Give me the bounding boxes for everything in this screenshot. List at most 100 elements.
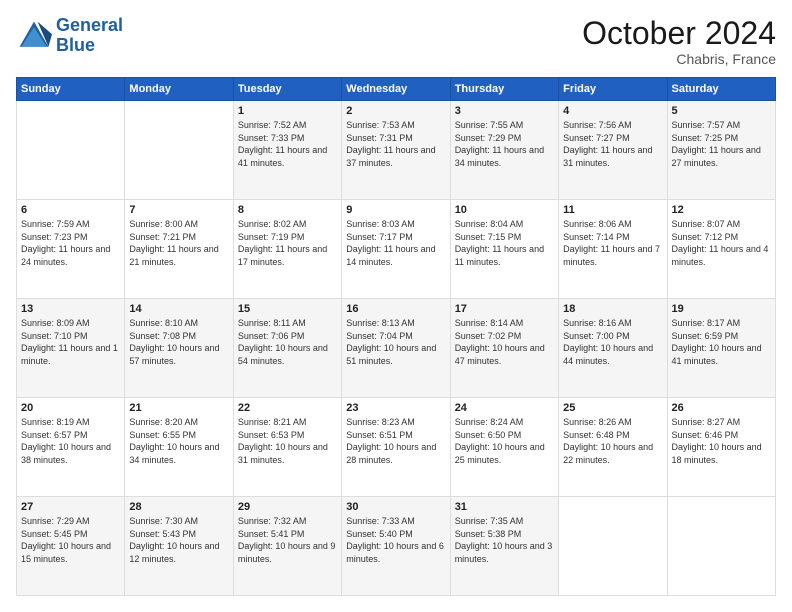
day-info: Sunrise: 8:19 AMSunset: 6:57 PMDaylight:… — [21, 416, 120, 466]
day-number: 8 — [238, 204, 337, 216]
weekday-wednesday: Wednesday — [342, 78, 450, 101]
calendar-cell: 23 Sunrise: 8:23 AMSunset: 6:51 PMDaylig… — [342, 398, 450, 497]
day-info: Sunrise: 8:17 AMSunset: 6:59 PMDaylight:… — [672, 317, 771, 367]
calendar-cell: 28 Sunrise: 7:30 AMSunset: 5:43 PMDaylig… — [125, 497, 233, 596]
calendar: SundayMondayTuesdayWednesdayThursdayFrid… — [16, 77, 776, 596]
day-number: 15 — [238, 303, 337, 315]
calendar-cell: 11 Sunrise: 8:06 AMSunset: 7:14 PMDaylig… — [559, 200, 667, 299]
calendar-cell: 13 Sunrise: 8:09 AMSunset: 7:10 PMDaylig… — [17, 299, 125, 398]
day-number: 13 — [21, 303, 120, 315]
day-number: 20 — [21, 402, 120, 414]
calendar-cell: 17 Sunrise: 8:14 AMSunset: 7:02 PMDaylig… — [450, 299, 558, 398]
calendar-cell: 4 Sunrise: 7:56 AMSunset: 7:27 PMDayligh… — [559, 101, 667, 200]
logo-text: General Blue — [56, 16, 123, 56]
day-number: 3 — [455, 105, 554, 117]
day-info: Sunrise: 8:13 AMSunset: 7:04 PMDaylight:… — [346, 317, 445, 367]
day-info: Sunrise: 8:20 AMSunset: 6:55 PMDaylight:… — [129, 416, 228, 466]
day-info: Sunrise: 7:56 AMSunset: 7:27 PMDaylight:… — [563, 119, 662, 169]
calendar-cell: 9 Sunrise: 8:03 AMSunset: 7:17 PMDayligh… — [342, 200, 450, 299]
day-info: Sunrise: 7:55 AMSunset: 7:29 PMDaylight:… — [455, 119, 554, 169]
day-number: 12 — [672, 204, 771, 216]
day-number: 29 — [238, 501, 337, 513]
day-number: 5 — [672, 105, 771, 117]
day-info: Sunrise: 8:06 AMSunset: 7:14 PMDaylight:… — [563, 218, 662, 268]
day-info: Sunrise: 8:11 AMSunset: 7:06 PMDaylight:… — [238, 317, 337, 367]
day-number: 1 — [238, 105, 337, 117]
calendar-cell — [17, 101, 125, 200]
weekday-monday: Monday — [125, 78, 233, 101]
calendar-cell: 10 Sunrise: 8:04 AMSunset: 7:15 PMDaylig… — [450, 200, 558, 299]
day-info: Sunrise: 7:57 AMSunset: 7:25 PMDaylight:… — [672, 119, 771, 169]
day-number: 14 — [129, 303, 228, 315]
week-row-5: 27 Sunrise: 7:29 AMSunset: 5:45 PMDaylig… — [17, 497, 776, 596]
header: General Blue October 2024 Chabris, Franc… — [16, 16, 776, 67]
logo-icon — [16, 18, 52, 54]
weekday-thursday: Thursday — [450, 78, 558, 101]
day-info: Sunrise: 8:07 AMSunset: 7:12 PMDaylight:… — [672, 218, 771, 268]
calendar-cell: 22 Sunrise: 8:21 AMSunset: 6:53 PMDaylig… — [233, 398, 341, 497]
logo-line2: Blue — [56, 35, 95, 55]
calendar-cell: 29 Sunrise: 7:32 AMSunset: 5:41 PMDaylig… — [233, 497, 341, 596]
location: Chabris, France — [582, 51, 776, 67]
calendar-cell: 30 Sunrise: 7:33 AMSunset: 5:40 PMDaylig… — [342, 497, 450, 596]
day-info: Sunrise: 8:26 AMSunset: 6:48 PMDaylight:… — [563, 416, 662, 466]
week-row-1: 1 Sunrise: 7:52 AMSunset: 7:33 PMDayligh… — [17, 101, 776, 200]
day-info: Sunrise: 7:33 AMSunset: 5:40 PMDaylight:… — [346, 515, 445, 565]
week-row-2: 6 Sunrise: 7:59 AMSunset: 7:23 PMDayligh… — [17, 200, 776, 299]
month-title: October 2024 — [582, 16, 776, 51]
day-info: Sunrise: 8:16 AMSunset: 7:00 PMDaylight:… — [563, 317, 662, 367]
calendar-cell: 6 Sunrise: 7:59 AMSunset: 7:23 PMDayligh… — [17, 200, 125, 299]
calendar-cell: 8 Sunrise: 8:02 AMSunset: 7:19 PMDayligh… — [233, 200, 341, 299]
calendar-cell: 19 Sunrise: 8:17 AMSunset: 6:59 PMDaylig… — [667, 299, 775, 398]
calendar-table: SundayMondayTuesdayWednesdayThursdayFrid… — [16, 77, 776, 596]
day-info: Sunrise: 8:00 AMSunset: 7:21 PMDaylight:… — [129, 218, 228, 268]
calendar-cell: 24 Sunrise: 8:24 AMSunset: 6:50 PMDaylig… — [450, 398, 558, 497]
day-info: Sunrise: 7:29 AMSunset: 5:45 PMDaylight:… — [21, 515, 120, 565]
day-number: 10 — [455, 204, 554, 216]
day-info: Sunrise: 7:52 AMSunset: 7:33 PMDaylight:… — [238, 119, 337, 169]
calendar-cell: 3 Sunrise: 7:55 AMSunset: 7:29 PMDayligh… — [450, 101, 558, 200]
calendar-cell: 14 Sunrise: 8:10 AMSunset: 7:08 PMDaylig… — [125, 299, 233, 398]
day-info: Sunrise: 7:32 AMSunset: 5:41 PMDaylight:… — [238, 515, 337, 565]
calendar-cell: 25 Sunrise: 8:26 AMSunset: 6:48 PMDaylig… — [559, 398, 667, 497]
title-block: October 2024 Chabris, France — [582, 16, 776, 67]
weekday-friday: Friday — [559, 78, 667, 101]
day-number: 27 — [21, 501, 120, 513]
day-number: 18 — [563, 303, 662, 315]
day-number: 30 — [346, 501, 445, 513]
weekday-sunday: Sunday — [17, 78, 125, 101]
calendar-cell — [559, 497, 667, 596]
day-info: Sunrise: 8:04 AMSunset: 7:15 PMDaylight:… — [455, 218, 554, 268]
day-number: 2 — [346, 105, 445, 117]
day-info: Sunrise: 8:21 AMSunset: 6:53 PMDaylight:… — [238, 416, 337, 466]
day-info: Sunrise: 8:14 AMSunset: 7:02 PMDaylight:… — [455, 317, 554, 367]
calendar-cell: 1 Sunrise: 7:52 AMSunset: 7:33 PMDayligh… — [233, 101, 341, 200]
day-info: Sunrise: 7:53 AMSunset: 7:31 PMDaylight:… — [346, 119, 445, 169]
day-info: Sunrise: 7:30 AMSunset: 5:43 PMDaylight:… — [129, 515, 228, 565]
day-number: 17 — [455, 303, 554, 315]
day-number: 22 — [238, 402, 337, 414]
calendar-cell: 7 Sunrise: 8:00 AMSunset: 7:21 PMDayligh… — [125, 200, 233, 299]
calendar-cell: 5 Sunrise: 7:57 AMSunset: 7:25 PMDayligh… — [667, 101, 775, 200]
day-info: Sunrise: 8:02 AMSunset: 7:19 PMDaylight:… — [238, 218, 337, 268]
calendar-cell: 20 Sunrise: 8:19 AMSunset: 6:57 PMDaylig… — [17, 398, 125, 497]
week-row-4: 20 Sunrise: 8:19 AMSunset: 6:57 PMDaylig… — [17, 398, 776, 497]
calendar-cell: 15 Sunrise: 8:11 AMSunset: 7:06 PMDaylig… — [233, 299, 341, 398]
day-info: Sunrise: 8:24 AMSunset: 6:50 PMDaylight:… — [455, 416, 554, 466]
day-number: 23 — [346, 402, 445, 414]
day-number: 11 — [563, 204, 662, 216]
day-number: 25 — [563, 402, 662, 414]
day-number: 31 — [455, 501, 554, 513]
day-number: 7 — [129, 204, 228, 216]
calendar-cell — [667, 497, 775, 596]
calendar-cell: 27 Sunrise: 7:29 AMSunset: 5:45 PMDaylig… — [17, 497, 125, 596]
day-info: Sunrise: 8:03 AMSunset: 7:17 PMDaylight:… — [346, 218, 445, 268]
week-row-3: 13 Sunrise: 8:09 AMSunset: 7:10 PMDaylig… — [17, 299, 776, 398]
day-info: Sunrise: 8:09 AMSunset: 7:10 PMDaylight:… — [21, 317, 120, 367]
calendar-cell: 12 Sunrise: 8:07 AMSunset: 7:12 PMDaylig… — [667, 200, 775, 299]
calendar-cell: 31 Sunrise: 7:35 AMSunset: 5:38 PMDaylig… — [450, 497, 558, 596]
day-number: 26 — [672, 402, 771, 414]
weekday-saturday: Saturday — [667, 78, 775, 101]
page: General Blue October 2024 Chabris, Franc… — [0, 0, 792, 612]
day-number: 28 — [129, 501, 228, 513]
